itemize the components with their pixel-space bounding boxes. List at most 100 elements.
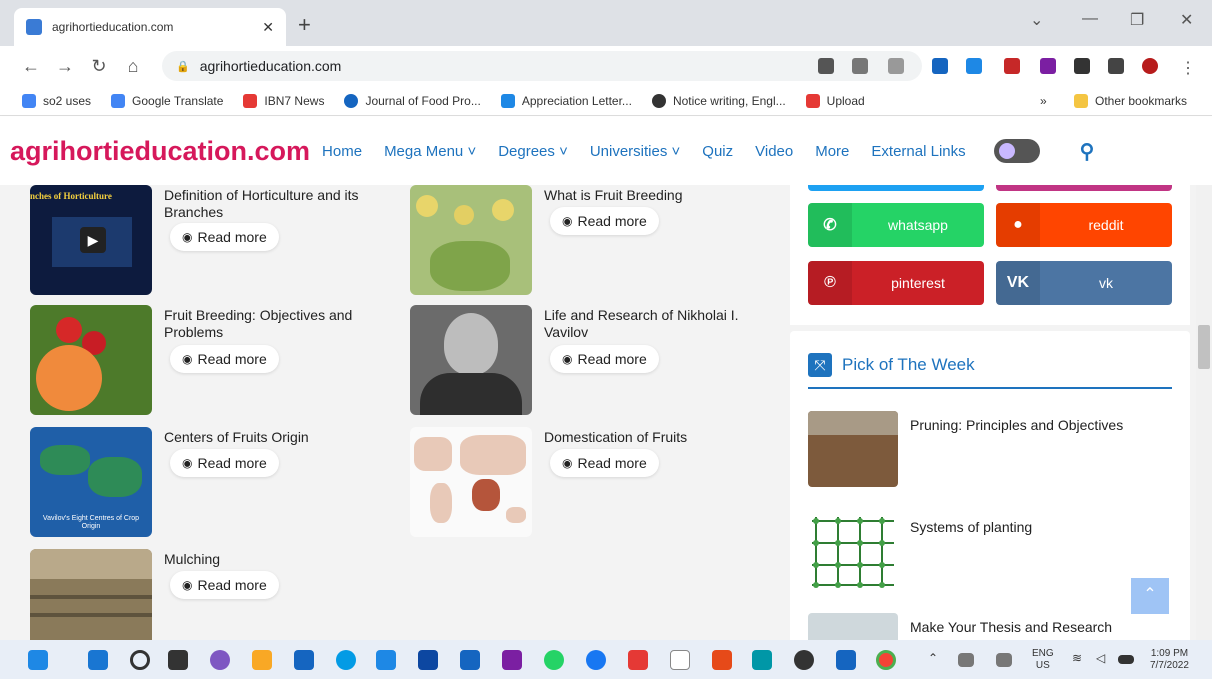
bookmark-item[interactable]: so2 uses bbox=[22, 93, 91, 108]
read-more-button[interactable]: ◉ Read more bbox=[170, 571, 279, 599]
menu-item-mega-menu[interactable]: Mega Menu ˅ bbox=[384, 143, 476, 160]
home-icon[interactable]: ⌂ bbox=[116, 56, 150, 77]
app-icon[interactable] bbox=[794, 650, 814, 670]
chat-icon[interactable] bbox=[210, 650, 230, 670]
article-title[interactable]: Domestication of Fruits bbox=[544, 429, 774, 446]
article-thumbnail[interactable]: Vavilov's Eight Centres of Crop Origin bbox=[30, 427, 152, 537]
minimize-icon[interactable]: — bbox=[1082, 10, 1098, 28]
chrome-icon[interactable] bbox=[876, 650, 896, 670]
menu-item-external-links[interactable]: External Links bbox=[871, 143, 965, 160]
eye-off-icon[interactable] bbox=[818, 58, 834, 74]
read-more-button[interactable]: ◉ Read more bbox=[170, 449, 279, 477]
share-reddit-button[interactable]: ● reddit bbox=[996, 203, 1172, 247]
search-icon[interactable]: ⚲ bbox=[1080, 139, 1095, 164]
tab-search-icon[interactable]: ⌄ bbox=[1030, 10, 1043, 30]
read-more-button[interactable]: ◉ Read more bbox=[550, 449, 659, 477]
mail-icon[interactable] bbox=[460, 650, 480, 670]
pick-title[interactable]: Make Your Thesis and Research bbox=[910, 619, 1170, 635]
task-view-icon[interactable] bbox=[168, 650, 188, 670]
tray-icon[interactable] bbox=[996, 653, 1012, 667]
share-icon[interactable] bbox=[852, 58, 868, 74]
extension-icon[interactable] bbox=[932, 58, 948, 74]
bookmark-item[interactable]: Appreciation Letter... bbox=[500, 93, 632, 108]
new-tab-button[interactable]: + bbox=[298, 12, 311, 38]
page-scrollbar[interactable] bbox=[1196, 185, 1212, 640]
extension-icon[interactable] bbox=[1004, 58, 1020, 74]
extension-icon[interactable] bbox=[1040, 58, 1056, 74]
menu-item-degrees[interactable]: Degrees ˅ bbox=[498, 143, 568, 160]
menu-item-quiz[interactable]: Quiz bbox=[702, 143, 733, 160]
tray-icon[interactable] bbox=[958, 653, 974, 667]
widgets-icon[interactable] bbox=[28, 650, 48, 670]
bookmark-item[interactable]: IBN7 News bbox=[243, 93, 324, 108]
read-more-button[interactable]: ◉ Read more bbox=[550, 207, 659, 235]
pick-thumbnail[interactable] bbox=[808, 513, 898, 589]
article-title[interactable]: Mulching bbox=[164, 551, 394, 568]
teams-icon[interactable] bbox=[502, 650, 522, 670]
restore-icon[interactable]: ❐ bbox=[1130, 10, 1144, 30]
share-pinterest-button[interactable]: ℗ pinterest bbox=[808, 261, 984, 305]
clock[interactable]: 1:09 PM 7/7/2022 bbox=[1150, 648, 1189, 672]
article-title[interactable]: Life and Research of Nikholai I. Vavilov bbox=[544, 307, 774, 341]
menu-item-more[interactable]: More bbox=[815, 143, 849, 160]
article-thumbnail[interactable] bbox=[30, 305, 152, 415]
url-bar[interactable]: 🔒 agrihortieducation.com bbox=[162, 51, 922, 81]
dark-mode-toggle[interactable] bbox=[993, 139, 1040, 163]
dropbox-icon[interactable] bbox=[376, 650, 396, 670]
article-card[interactable]: Mulching ◉ Read more bbox=[30, 549, 390, 640]
close-window-icon[interactable]: ✕ bbox=[1180, 10, 1193, 30]
menu-dots-icon[interactable]: ⋮ bbox=[1180, 58, 1196, 77]
wifi-icon[interactable]: ≋ bbox=[1072, 652, 1082, 664]
read-more-button[interactable]: ◉ Read more bbox=[550, 345, 659, 373]
more-bookmarks-button[interactable]: » bbox=[1040, 94, 1047, 108]
pick-title[interactable]: Pruning: Principles and Objectives bbox=[910, 417, 1170, 433]
article-title[interactable]: Fruit Breeding: Objectives and Problems bbox=[164, 307, 394, 341]
pick-thumbnail[interactable] bbox=[808, 411, 898, 487]
youtube-icon[interactable] bbox=[628, 650, 648, 670]
scrollbar-thumb[interactable] bbox=[1198, 325, 1210, 369]
back-icon[interactable]: ← bbox=[14, 56, 48, 77]
language-indicator[interactable]: ENG US bbox=[1032, 648, 1054, 672]
app-icon[interactable] bbox=[418, 650, 438, 670]
menu-item-universities[interactable]: Universities ˅ bbox=[590, 143, 680, 160]
office-icon[interactable] bbox=[712, 650, 732, 670]
avatar[interactable] bbox=[1142, 58, 1158, 74]
app-icon[interactable] bbox=[752, 650, 772, 670]
article-card[interactable]: Life and Research of Nikholai I. Vavilov… bbox=[410, 305, 770, 417]
bookmark-item[interactable]: Google Translate bbox=[111, 93, 223, 108]
article-card[interactable]: Vavilov's Eight Centres of Crop Origin C… bbox=[30, 427, 390, 539]
side-panel-icon[interactable] bbox=[1108, 58, 1124, 74]
lock-icon[interactable]: 🔒 bbox=[176, 60, 190, 73]
share-vk-button[interactable]: VK vk bbox=[996, 261, 1172, 305]
article-title[interactable]: Definition of Horticulture and its Branc… bbox=[164, 187, 394, 221]
article-thumbnail[interactable] bbox=[410, 185, 532, 295]
outlook-icon[interactable] bbox=[836, 650, 856, 670]
reload-icon[interactable]: ↻ bbox=[82, 56, 116, 77]
bookmark-item[interactable]: Notice writing, Engl... bbox=[651, 93, 786, 108]
article-card[interactable]: Fruit Breeding: Objectives and Problems … bbox=[30, 305, 390, 417]
menu-item-video[interactable]: Video bbox=[755, 143, 793, 160]
article-title[interactable]: Centers of Fruits Origin bbox=[164, 429, 394, 446]
chevron-up-icon[interactable]: ⌃ bbox=[928, 652, 938, 664]
pick-title[interactable]: Systems of planting bbox=[910, 519, 1170, 535]
article-thumbnail[interactable] bbox=[410, 427, 532, 537]
article-card[interactable]: What is Fruit Breeding ◉ Read more bbox=[410, 185, 770, 297]
article-thumbnail[interactable]: nches of Horticulture ▶ bbox=[30, 185, 152, 295]
share-strip-instagram[interactable] bbox=[996, 185, 1172, 191]
back-to-top-button[interactable]: ⌃ bbox=[1131, 578, 1169, 614]
tab-close-icon[interactable]: ✕ bbox=[262, 19, 274, 36]
facebook-icon[interactable] bbox=[586, 650, 606, 670]
bookmark-item[interactable]: Journal of Food Pro... bbox=[344, 93, 481, 108]
search-icon[interactable] bbox=[130, 650, 150, 670]
star-icon[interactable] bbox=[888, 58, 904, 74]
browser-tab[interactable]: agrihortieducation.com ✕ bbox=[14, 8, 286, 46]
volume-icon[interactable]: ◁ bbox=[1096, 652, 1105, 664]
puzzle-icon[interactable] bbox=[1074, 58, 1090, 74]
edge-icon[interactable] bbox=[336, 650, 356, 670]
read-more-button[interactable]: ◉ Read more bbox=[170, 223, 279, 251]
store-icon[interactable] bbox=[294, 650, 314, 670]
battery-icon[interactable] bbox=[1118, 655, 1134, 664]
share-whatsapp-button[interactable]: ✆ whatsapp bbox=[808, 203, 984, 247]
site-logo[interactable]: agrihortieducation.com bbox=[10, 136, 310, 167]
file-explorer-icon[interactable] bbox=[252, 650, 272, 670]
